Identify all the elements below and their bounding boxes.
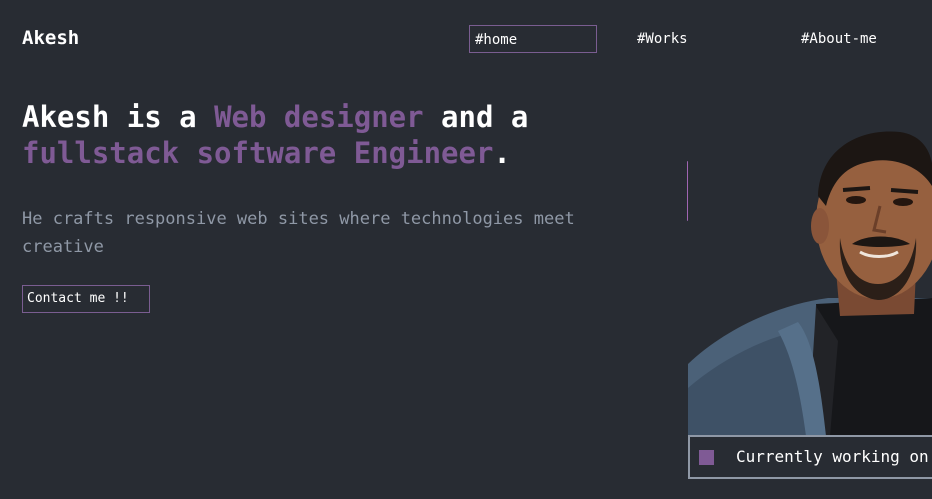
nav-link-home[interactable]: #home (469, 25, 597, 53)
headline-accent-web-designer: Web designer (214, 100, 424, 134)
headline-text-1: Akesh is a (22, 100, 215, 134)
headline-accent-fullstack: fullstack software Engineer (22, 136, 494, 170)
logo[interactable]: Akesh (22, 27, 79, 49)
status-text: Currently working on p (736, 447, 932, 466)
nav-link-about-me[interactable]: #About-me (801, 25, 877, 53)
headline-text-3: . (493, 136, 511, 170)
status-box: Currently working on p (688, 435, 932, 479)
status-indicator (699, 450, 714, 465)
contact-me-button[interactable]: Contact me !! (22, 285, 150, 313)
profile-photo (688, 126, 932, 436)
hero-subtitle: He crafts responsive web sites where tec… (22, 209, 575, 257)
headline-text-2: and a (423, 100, 529, 134)
nav-link-works[interactable]: #Works (637, 25, 688, 53)
portrait-image (688, 126, 932, 436)
hero-headline: Akesh is a Web designer and a fullstack … (22, 99, 622, 171)
